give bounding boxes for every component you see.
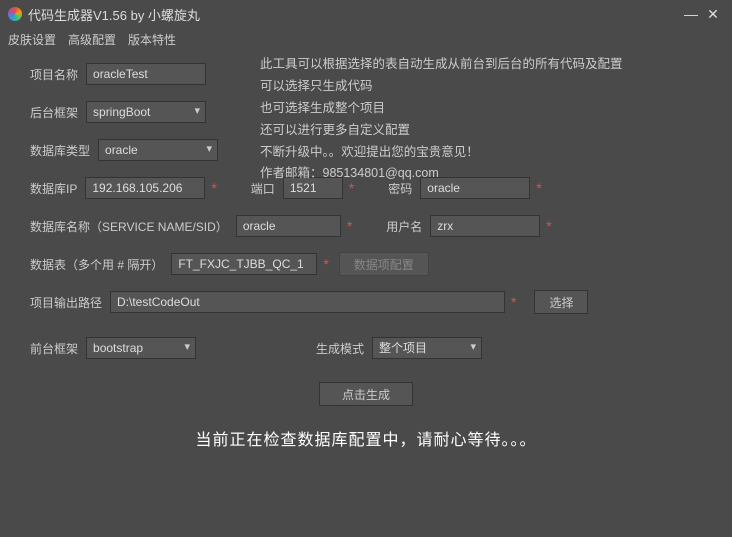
- required-marker: *: [211, 180, 216, 196]
- backend-framework-select[interactable]: springBoot: [86, 101, 206, 123]
- generate-button[interactable]: 点击生成: [319, 382, 413, 406]
- desc-line: 作者邮箱：985134801@qq.com: [260, 163, 690, 185]
- label-backend-framework: 后台框架: [30, 104, 78, 121]
- db-type-select[interactable]: oracle: [98, 139, 218, 161]
- required-marker: *: [347, 218, 352, 234]
- choose-path-button[interactable]: 选择: [534, 290, 588, 314]
- close-button[interactable]: ✕: [702, 6, 724, 23]
- db-name-input[interactable]: [236, 215, 341, 237]
- label-db-ip: 数据库IP: [30, 180, 77, 197]
- desc-line: 此工具可以根据选择的表自动生成从前台到后台的所有代码及配置: [260, 54, 690, 76]
- label-front-framework: 前台框架: [30, 340, 78, 357]
- label-db-type: 数据库类型: [30, 142, 90, 159]
- data-config-button[interactable]: 数据项配置: [339, 252, 429, 276]
- front-framework-select[interactable]: bootstrap: [86, 337, 196, 359]
- titlebar: 代码生成器V1.56 by 小螺旋丸 — ✕: [0, 0, 732, 28]
- project-name-input[interactable]: [86, 63, 206, 85]
- label-project-name: 项目名称: [30, 66, 78, 83]
- minimize-button[interactable]: —: [680, 6, 702, 22]
- desc-line: 也可选择生成整个项目: [260, 98, 690, 120]
- required-marker: *: [546, 218, 551, 234]
- description-panel: 此工具可以根据选择的表自动生成从前台到后台的所有代码及配置 可以选择只生成代码 …: [260, 54, 690, 185]
- menu-skin[interactable]: 皮肤设置: [8, 31, 56, 48]
- tables-input[interactable]: [171, 253, 317, 275]
- label-db-name: 数据库名称（SERVICE NAME/SID）: [30, 218, 228, 235]
- desc-line: 不断升级中。。欢迎提出您的宝贵意见！: [260, 142, 690, 164]
- window-title: 代码生成器V1.56 by 小螺旋丸: [28, 5, 680, 24]
- label-tables: 数据表（多个用 # 隔开）: [30, 256, 163, 273]
- desc-line: 还可以进行更多自定义配置: [260, 120, 690, 142]
- status-text: 当前正在检查数据库配置中，请耐心等待。。。: [30, 426, 702, 450]
- db-ip-input[interactable]: [85, 177, 205, 199]
- output-path-input[interactable]: [110, 291, 505, 313]
- app-icon: [8, 7, 22, 21]
- required-marker: *: [511, 294, 516, 310]
- label-output-path: 项目输出路径: [30, 294, 102, 311]
- menu-advanced[interactable]: 高级配置: [68, 31, 116, 48]
- menu-version[interactable]: 版本特性: [128, 31, 176, 48]
- label-gen-mode: 生成模式: [316, 340, 364, 357]
- gen-mode-select[interactable]: 整个项目: [372, 337, 482, 359]
- desc-line: 可以选择只生成代码: [260, 76, 690, 98]
- menubar: 皮肤设置 高级配置 版本特性: [0, 28, 732, 50]
- label-username: 用户名: [386, 218, 422, 235]
- username-input[interactable]: [430, 215, 540, 237]
- required-marker: *: [323, 256, 328, 272]
